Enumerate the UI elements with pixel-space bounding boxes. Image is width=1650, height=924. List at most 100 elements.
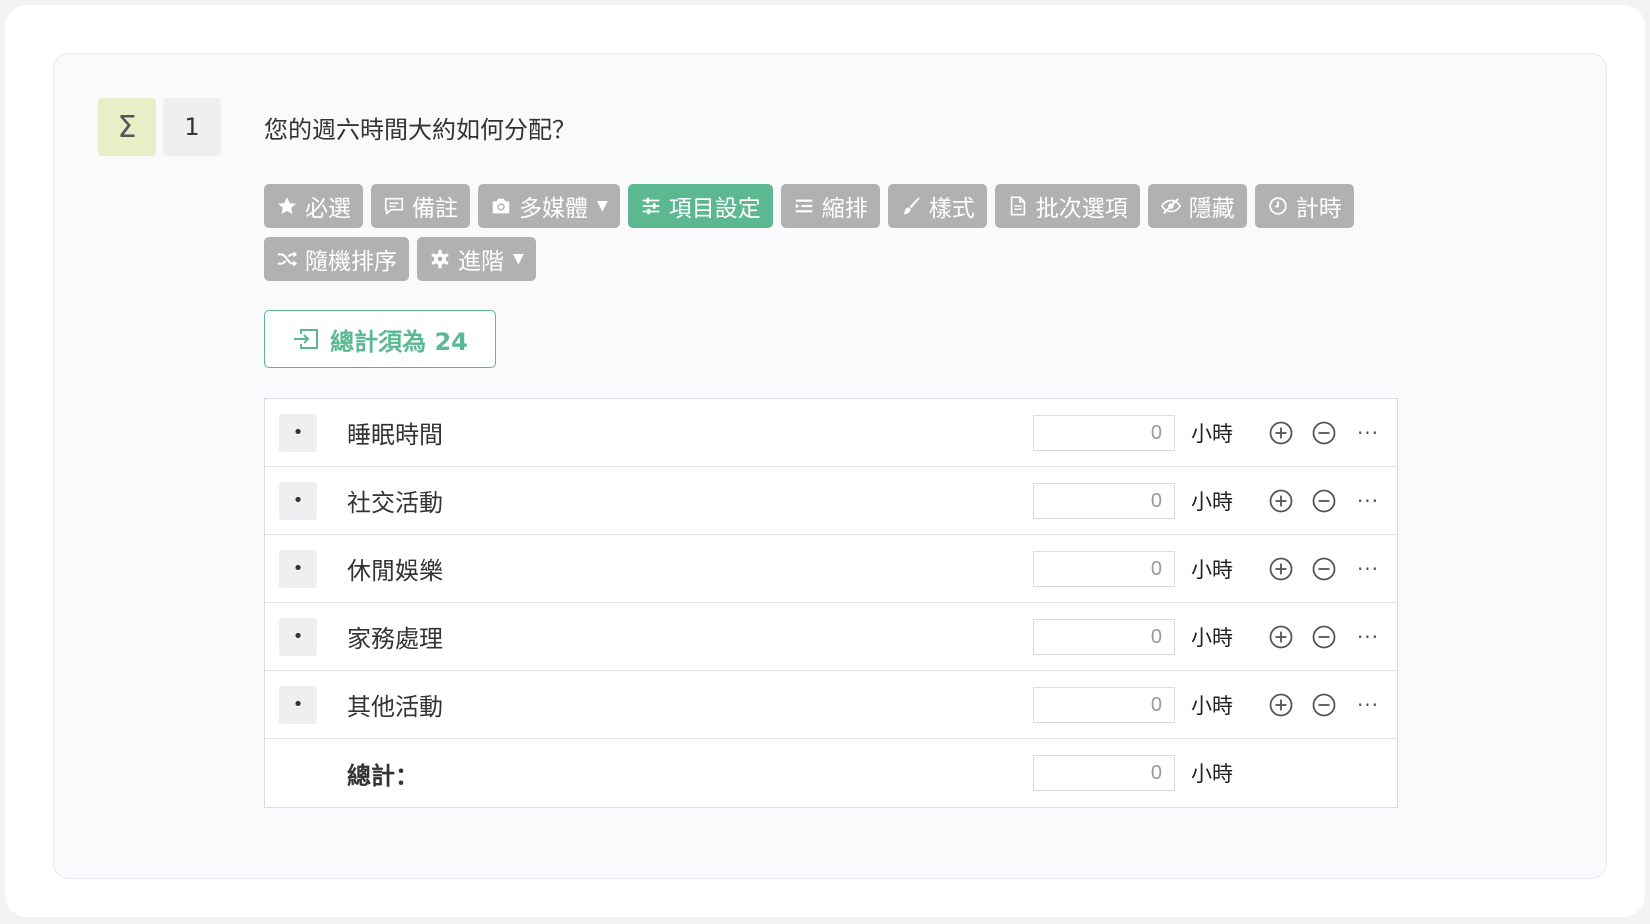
style-button[interactable]: 樣式 [887, 184, 987, 228]
add-option-button[interactable] [1267, 487, 1295, 515]
add-option-button[interactable] [1267, 555, 1295, 583]
unit-label: 小時 [1191, 489, 1233, 514]
total-label: 總計： [347, 761, 419, 790]
more-icon[interactable]: ··· [1354, 487, 1382, 515]
remove-option-button[interactable] [1310, 555, 1338, 583]
minus-circle-icon [1312, 625, 1336, 648]
more-icon[interactable]: ··· [1354, 419, 1382, 447]
caret-down-icon: ▼ [597, 198, 608, 214]
more-icon[interactable]: ··· [1354, 691, 1382, 719]
remove-option-button[interactable] [1310, 419, 1338, 447]
note-button[interactable]: 備註 [371, 184, 470, 228]
option-label[interactable]: 睡眠時間 [347, 415, 443, 450]
indent-label: 縮排 [821, 196, 868, 222]
question-card: Σ 1 您的週六時間大約如何分配？ 必選 備註 多媒體 ▼ 項目設定 縮排 樣式… [53, 53, 1607, 879]
sum-rule-label: 總計須為 24 [330, 327, 468, 356]
question-number: 1 [163, 98, 221, 156]
hide-button[interactable]: 隱藏 [1147, 184, 1247, 228]
minus-circle-icon [1312, 489, 1336, 512]
advanced-label: 進階 [458, 249, 504, 275]
required-label: 必選 [305, 196, 351, 222]
clock-icon [1269, 197, 1287, 215]
gear-icon [431, 249, 449, 269]
unit-label: 小時 [1191, 762, 1233, 786]
brush-icon [903, 197, 920, 215]
unit-label: 小時 [1191, 693, 1233, 718]
hours-input[interactable]: 0 [1033, 618, 1175, 655]
option-row: • 其他活動 0 小時 ··· [265, 671, 1397, 739]
indent-button[interactable]: 縮排 [780, 184, 880, 228]
unit-label: 小時 [1191, 625, 1233, 650]
indent-icon [795, 199, 813, 213]
option-row: • 社交活動 0 小時 ··· [265, 467, 1397, 535]
item-settings-button[interactable]: 項目設定 [627, 184, 773, 228]
plus-circle-icon [1269, 421, 1293, 444]
camera-icon [492, 198, 510, 214]
batch-options-label: 批次選項 [1035, 196, 1128, 222]
option-label[interactable]: 社交活動 [347, 483, 443, 518]
hours-input[interactable]: 0 [1033, 482, 1175, 519]
add-option-button[interactable] [1267, 623, 1295, 651]
question-toolbar: 必選 備註 多媒體 ▼ 項目設定 縮排 樣式 批次選項 隱藏 計時 隨機排序 進… [264, 184, 1404, 281]
sliders-icon [642, 197, 660, 215]
drag-handle[interactable]: • [279, 549, 317, 588]
item-settings-label: 項目設定 [668, 196, 761, 222]
more-icon[interactable]: ··· [1354, 623, 1382, 651]
unit-label: 小時 [1191, 421, 1233, 446]
option-row: • 休閒娛樂 0 小時 ··· [265, 535, 1397, 603]
sign-in-icon [294, 329, 319, 349]
plus-circle-icon [1269, 557, 1293, 580]
required-button[interactable]: 必選 [264, 184, 363, 228]
minus-circle-icon [1312, 421, 1336, 444]
caret-down-icon: ▼ [513, 251, 524, 267]
sum-rule-button[interactable]: 總計須為 24 [264, 310, 496, 368]
add-option-button[interactable] [1267, 691, 1295, 719]
hide-label: 隱藏 [1188, 196, 1235, 222]
page-background: Σ 1 您的週六時間大約如何分配？ 必選 備註 多媒體 ▼ 項目設定 縮排 樣式… [5, 5, 1645, 917]
hours-input[interactable]: 0 [1033, 686, 1175, 723]
random-order-button[interactable]: 隨機排序 [264, 237, 409, 281]
advanced-dropdown[interactable]: 進階 ▼ [417, 237, 536, 281]
option-row: • 睡眠時間 0 小時 ··· [265, 399, 1397, 467]
style-label: 樣式 [928, 196, 975, 222]
media-dropdown[interactable]: 多媒體 ▼ [478, 184, 620, 228]
comment-icon [384, 197, 404, 216]
random-order-label: 隨機排序 [305, 249, 397, 275]
minus-circle-icon [1312, 693, 1336, 716]
drag-handle[interactable]: • [279, 685, 317, 724]
option-label[interactable]: 休閒娛樂 [347, 551, 443, 586]
remove-option-button[interactable] [1310, 623, 1338, 651]
more-icon[interactable]: ··· [1354, 555, 1382, 583]
hours-input[interactable]: 0 [1033, 414, 1175, 451]
total-row: 總計： 0 小時 [265, 739, 1397, 807]
drag-handle[interactable]: • [279, 481, 317, 520]
drag-handle[interactable]: • [279, 413, 317, 452]
media-label: 多媒體 [519, 196, 588, 222]
minus-circle-icon [1312, 557, 1336, 580]
batch-options-button[interactable]: 批次選項 [994, 184, 1140, 228]
plus-circle-icon [1269, 625, 1293, 648]
star-icon [278, 197, 296, 215]
shuffle-icon [277, 251, 298, 267]
total-value: 0 [1033, 755, 1175, 791]
timer-label: 計時 [1295, 196, 1342, 222]
plus-circle-icon [1269, 489, 1293, 512]
note-label: 備註 [412, 196, 458, 222]
document-icon [1010, 196, 1026, 216]
unit-label: 小時 [1191, 557, 1233, 582]
question-type-badge[interactable]: Σ [98, 98, 156, 156]
option-label[interactable]: 家務處理 [347, 619, 443, 654]
sigma-icon: Σ [117, 109, 137, 145]
drag-handle[interactable]: • [279, 617, 317, 656]
question-title[interactable]: 您的週六時間大約如何分配？ [264, 110, 576, 145]
remove-option-button[interactable] [1310, 691, 1338, 719]
option-row: • 家務處理 0 小時 ··· [265, 603, 1397, 671]
timer-button[interactable]: 計時 [1254, 184, 1354, 228]
add-option-button[interactable] [1267, 419, 1295, 447]
remove-option-button[interactable] [1310, 487, 1338, 515]
plus-circle-icon [1269, 693, 1293, 716]
eye-slash-icon [1160, 198, 1181, 214]
option-label[interactable]: 其他活動 [347, 687, 443, 722]
hours-input[interactable]: 0 [1033, 550, 1175, 587]
options-table: • 睡眠時間 0 小時 ··· • 社交活動 0 小時 ··· • 休閒娛樂 0 [264, 398, 1398, 808]
